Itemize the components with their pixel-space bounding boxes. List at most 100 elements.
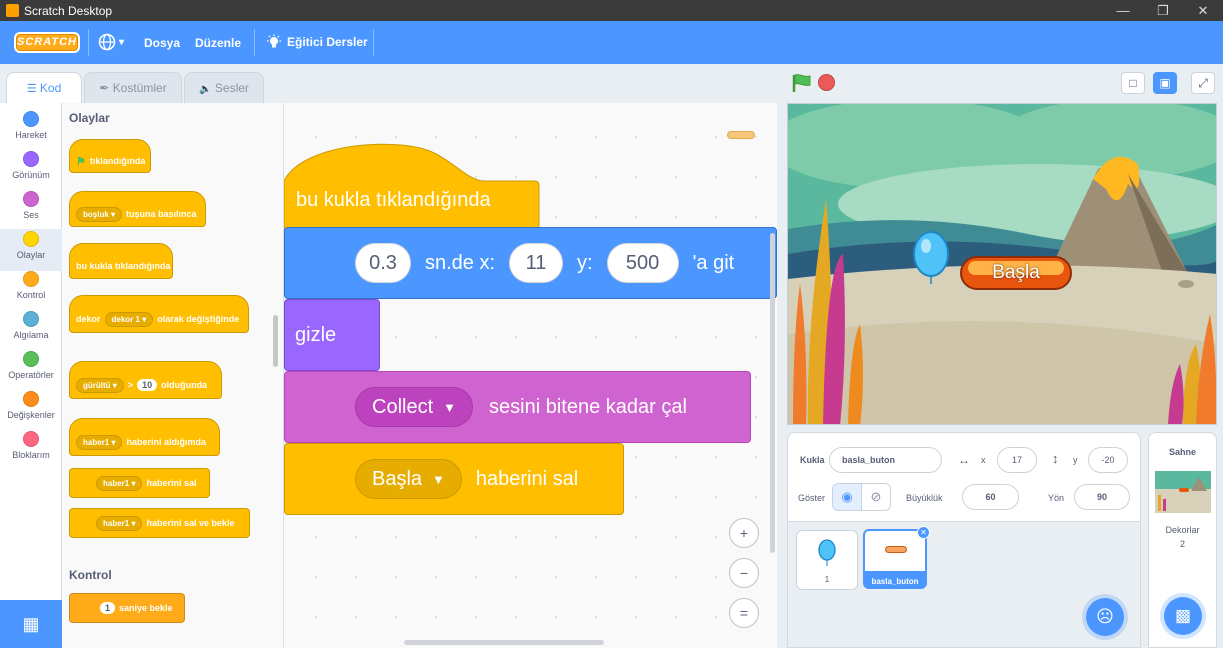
- message-dropdown[interactable]: Başla ▼: [355, 459, 462, 499]
- category-color-icon: [23, 111, 39, 127]
- add-backdrop-button[interactable]: ▩: [1164, 597, 1202, 635]
- script-workspace[interactable]: bu kukla tıklandığında 0.3 sn.de x: 11 y…: [284, 103, 777, 648]
- edit-menu[interactable]: Düzenle: [195, 36, 241, 50]
- palette-scrollbar[interactable]: [273, 315, 278, 367]
- message-dropdown[interactable]: haber1 ▾: [96, 515, 143, 531]
- block-text: olduğunda: [161, 380, 208, 390]
- y-position-field[interactable]: -20: [1088, 447, 1128, 473]
- direction-label: Yön: [1048, 493, 1065, 503]
- category-label: Görünüm: [12, 170, 50, 180]
- sprite-tile-name: 1: [824, 575, 830, 584]
- close-icon[interactable]: ✕: [1183, 0, 1223, 21]
- category-hareket[interactable]: Hareket: [0, 109, 62, 151]
- glide-block[interactable]: 0.3 sn.de x: 11 y: 500 'a git: [284, 227, 777, 299]
- sprite-name-field[interactable]: basla_buton: [829, 447, 942, 473]
- zoom-reset-button[interactable]: =: [729, 598, 759, 628]
- when-flag-clicked-block[interactable]: ⚑ tıklandığında: [69, 139, 151, 173]
- category-operatörler[interactable]: Operatörler: [0, 349, 62, 391]
- category-label: Kontrol: [16, 290, 46, 300]
- block-text: y:: [577, 251, 593, 274]
- tutorials-label: Eğitici Dersler: [287, 35, 368, 49]
- category-görünüm[interactable]: Görünüm: [0, 149, 62, 191]
- language-menu[interactable]: ▾: [98, 33, 124, 51]
- code-icon: ☰: [26, 83, 37, 95]
- hide-sprite-button[interactable]: ⊘: [861, 483, 891, 511]
- when-sprite-clicked-block[interactable]: bu kukla tıklandığında: [69, 243, 173, 279]
- wait-block[interactable]: 1 saniye bekle: [69, 593, 185, 623]
- stage[interactable]: Başla: [787, 103, 1217, 425]
- direction-field[interactable]: 90: [1074, 484, 1130, 510]
- menu-divider: [373, 29, 374, 56]
- brush-icon: ✒: [99, 81, 110, 95]
- backdrop-dropdown[interactable]: dekor 1 ▾: [104, 311, 154, 327]
- stop-button[interactable]: [818, 74, 835, 91]
- category-menu: Hareket Görünüm Ses Olaylar Kontrol Algılama O…: [0, 103, 62, 600]
- glide-x-input[interactable]: 11: [509, 243, 564, 283]
- message-dropdown[interactable]: haber1 ▾: [96, 475, 143, 491]
- when-key-pressed-block[interactable]: boşluk ▾ tuşuna basılınca: [69, 191, 206, 227]
- sound-dropdown[interactable]: Collect ▼: [355, 387, 474, 427]
- when-backdrop-switches-block[interactable]: dekor dekor 1 ▾ olarak değiştiğinde: [69, 295, 249, 333]
- show-sprite-button[interactable]: ◉: [832, 483, 862, 511]
- zoom-in-button[interactable]: +: [729, 518, 759, 548]
- sprite-thumbnail-icon: [727, 131, 755, 139]
- block-palette: Olaylar ⚑ tıklandığında boşluk ▾ tuşuna …: [62, 103, 284, 648]
- category-değişkenler[interactable]: Değişkenler: [0, 389, 62, 431]
- broadcast-and-wait-block[interactable]: haber1 ▾ haberini sal ve bekle: [69, 508, 250, 538]
- hide-block[interactable]: gizle: [284, 299, 380, 371]
- size-field[interactable]: 60: [962, 484, 1019, 510]
- when-sprite-clicked-script-block[interactable]: bu kukla tıklandığında: [296, 181, 491, 219]
- backdrops-label: Dekorlar: [1165, 525, 1200, 535]
- key-dropdown[interactable]: boşluk ▾: [76, 206, 123, 222]
- stage-selector[interactable]: Sahne Dekorlar 2 ▩: [1148, 432, 1217, 648]
- scratch-logo[interactable]: SCRATCH: [14, 32, 80, 53]
- window-title: Scratch Desktop: [24, 4, 113, 18]
- tab-code[interactable]: ☰ Kod: [6, 72, 82, 103]
- x-arrows-icon: ↔: [958, 453, 970, 467]
- category-label: Hareket: [15, 130, 47, 140]
- small-stage-button[interactable]: □: [1121, 72, 1145, 94]
- tab-sounds-label: Sesler: [214, 81, 249, 95]
- tutorials-menu[interactable]: Eğitici Dersler: [266, 34, 368, 50]
- glide-y-input[interactable]: 500: [606, 243, 679, 283]
- add-extension-button[interactable]: ▦: [0, 600, 62, 648]
- category-algılama[interactable]: Algılama: [0, 309, 62, 351]
- when-receive-block[interactable]: haber1 ▾ haberini aldığımda: [69, 418, 220, 456]
- category-kontrol[interactable]: Kontrol: [0, 269, 62, 311]
- delete-sprite-icon[interactable]: ✕: [917, 526, 930, 539]
- loudness-dropdown[interactable]: gürültü ▾: [76, 377, 124, 393]
- restore-icon[interactable]: ❐: [1143, 0, 1183, 21]
- sprite-tile[interactable]: 1: [796, 530, 858, 590]
- play-sound-until-done-block[interactable]: Collect ▼ sesini bitene kadar çal: [284, 371, 751, 443]
- workspace-horizontal-scrollbar[interactable]: [404, 640, 604, 645]
- broadcast-block[interactable]: haber1 ▾ haberini sal: [69, 468, 210, 498]
- message-dropdown[interactable]: haber1 ▾: [76, 434, 123, 450]
- add-sprite-button[interactable]: ☹: [1086, 598, 1124, 636]
- sprite-tile-selected[interactable]: basla_buton ✕: [863, 526, 930, 589]
- menu-bar: SCRATCH ▾ Dosya Düzenle Eğitici Dersler: [0, 21, 1223, 64]
- category-ses[interactable]: Ses: [0, 189, 62, 231]
- category-color-icon: [23, 311, 39, 327]
- loudness-input[interactable]: 10: [137, 379, 158, 391]
- when-loudness-block[interactable]: gürültü ▾ > 10 olduğunda: [69, 361, 222, 399]
- tab-costumes[interactable]: ✒ Kostümler: [84, 72, 182, 103]
- green-flag-icon: ⚑: [76, 155, 86, 168]
- fullscreen-button[interactable]: ⤢: [1191, 72, 1215, 94]
- category-color-icon: [23, 431, 39, 447]
- file-menu[interactable]: Dosya: [144, 36, 180, 50]
- category-bloklarım[interactable]: Bloklarım: [0, 429, 62, 471]
- workspace-vertical-scrollbar[interactable]: [770, 233, 775, 553]
- x-position-field[interactable]: 17: [997, 447, 1037, 473]
- green-flag-button[interactable]: [791, 73, 813, 98]
- sprite-tile-name: basla_buton: [871, 577, 919, 586]
- show-label: Göster: [798, 493, 826, 503]
- category-olaylar[interactable]: Olaylar: [0, 229, 62, 271]
- normal-stage-button[interactable]: ▣: [1153, 72, 1177, 94]
- wait-input[interactable]: 1: [100, 602, 116, 614]
- broadcast-script-block[interactable]: Başla ▼ haberini sal: [284, 443, 624, 515]
- zoom-out-button[interactable]: −: [729, 558, 759, 588]
- globe-icon: [98, 33, 116, 51]
- minimize-icon[interactable]: —: [1103, 0, 1143, 21]
- glide-seconds-input[interactable]: 0.3: [355, 243, 411, 283]
- tab-sounds[interactable]: 🔈 Sesler: [184, 72, 264, 103]
